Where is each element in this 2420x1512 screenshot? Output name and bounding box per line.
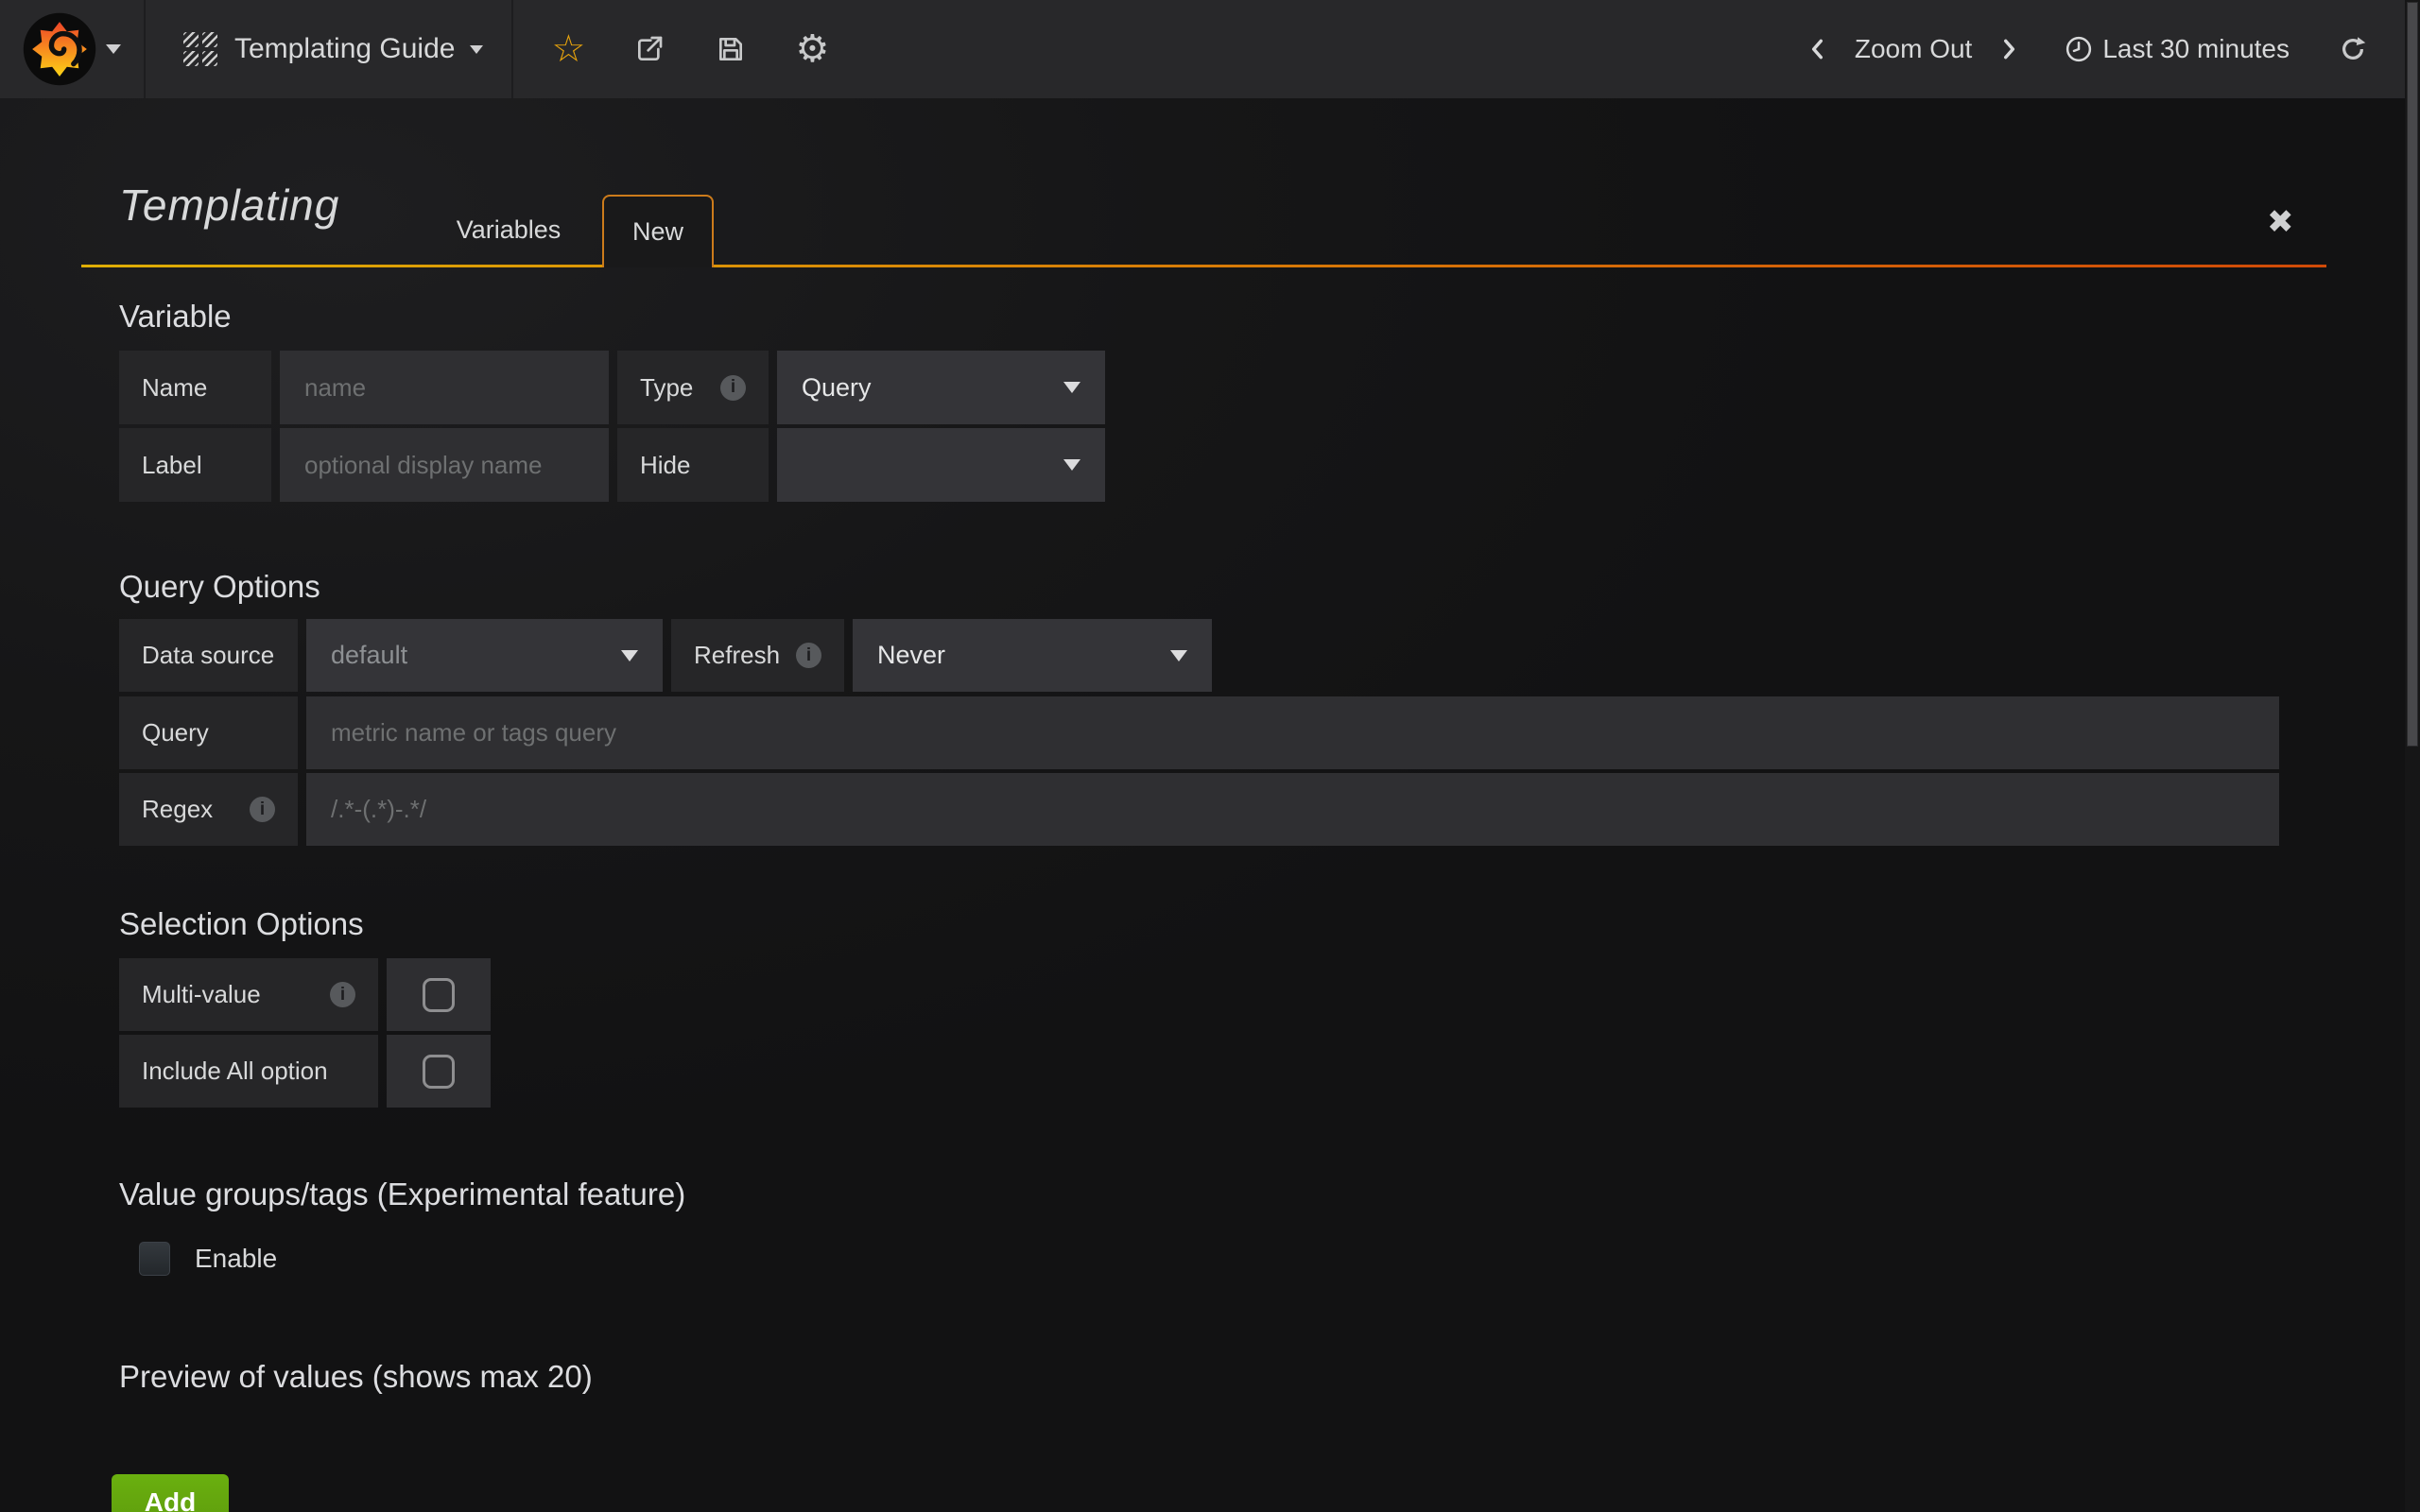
gear-icon: ⚙ [796,32,830,66]
include-all-checkbox[interactable] [423,1055,455,1089]
datasource-select[interactable]: default [306,619,663,692]
query-options-heading: Query Options [119,569,320,605]
refresh-label: Refresh i [671,619,844,692]
type-select-value: Query [802,373,872,403]
time-shift-back-button[interactable] [1806,37,1830,61]
scrollbar [2405,0,2420,1512]
navbar-spacer [829,0,1805,98]
variable-label-row: Label Hide [119,428,1105,502]
include-all-label: Include All option [119,1035,378,1108]
clock-icon [2065,35,2093,63]
scrollbar-thumb[interactable] [2407,2,2418,747]
info-icon: i [720,375,746,401]
tab-variables[interactable]: Variables [414,193,603,267]
datasource-label: Data source [119,619,298,692]
datasource-row: Data source default Refresh i Never [119,619,1212,692]
value-groups-heading: Value groups/tags (Experimental feature) [119,1177,685,1212]
preview-heading: Preview of values (shows max 20) [119,1359,593,1395]
label-label: Label [119,428,271,502]
info-icon: i [250,797,275,822]
query-input[interactable] [306,696,2279,769]
chevron-down-icon [106,44,121,54]
grafana-menu[interactable] [0,0,146,98]
enable-label: Enable [195,1244,277,1274]
info-icon: i [330,982,355,1007]
datasource-select-value: default [331,641,407,670]
enable-checkbox[interactable] [139,1242,170,1276]
hide-select[interactable] [777,428,1105,502]
name-label: Name [119,351,271,424]
regex-row: Regex i [119,773,2279,846]
type-label: Type i [617,351,769,424]
time-range-picker[interactable]: Last 30 minutes [2065,34,2290,64]
tabbar: Variables New [81,193,2326,267]
chevron-down-icon [470,45,483,54]
chevron-down-icon [1170,650,1187,662]
time-controls: Zoom Out Last 30 minutes [1806,0,2420,98]
chevron-down-icon [1063,382,1080,393]
time-shift-forward-button[interactable] [1996,37,2021,61]
enable-row: Enable [139,1242,277,1276]
multi-value-checkbox[interactable] [423,978,455,1012]
type-select[interactable]: Query [777,351,1105,424]
multi-value-label: Multi-value i [119,958,378,1031]
save-button[interactable] [714,32,748,66]
share-icon [634,34,665,64]
refresh-select-value: Never [877,641,945,670]
info-icon: i [796,643,821,668]
include-all-checkbox-cell [387,1035,491,1108]
settings-button[interactable]: ⚙ [795,32,829,66]
time-range-label: Last 30 minutes [2102,34,2290,64]
selection-options-heading: Selection Options [119,906,364,942]
query-row: Query [119,696,2279,769]
dashboard-picker[interactable]: Templating Guide [146,0,513,98]
variable-name-row: Name Type i Query [119,351,1105,424]
dashboard-grid-icon [183,32,217,66]
add-button[interactable]: Add [112,1474,229,1512]
multi-value-row: Multi-value i [119,958,491,1031]
star-icon: ☆ [552,32,586,66]
dashboard-title: Templating Guide [234,33,455,65]
variable-heading: Variable [119,299,232,335]
templating-editor: Templating Variables New ✖ Variable Name… [0,98,2405,1512]
name-input[interactable] [280,351,609,424]
multi-value-checkbox-cell [387,958,491,1031]
star-button[interactable]: ☆ [551,32,585,66]
include-all-row: Include All option [119,1035,491,1108]
refresh-select[interactable]: Never [853,619,1212,692]
refresh-button[interactable] [2339,35,2367,63]
query-label: Query [119,696,298,769]
hide-label: Hide [617,428,769,502]
close-icon[interactable]: ✖ [2267,206,2294,238]
chevron-down-icon [621,650,638,662]
top-navbar: Templating Guide ☆ ⚙ Z [0,0,2420,98]
share-button[interactable] [632,32,666,66]
tab-new[interactable]: New [602,195,714,267]
chevron-down-icon [1063,459,1080,471]
label-input[interactable] [280,428,609,502]
regex-label: Regex i [119,773,298,846]
grafana-logo-icon [23,12,96,86]
save-icon [716,34,746,64]
zoom-out-button[interactable]: Zoom Out [1855,34,1972,64]
dashboard-actions: ☆ ⚙ [513,0,829,98]
regex-input[interactable] [306,773,2279,846]
